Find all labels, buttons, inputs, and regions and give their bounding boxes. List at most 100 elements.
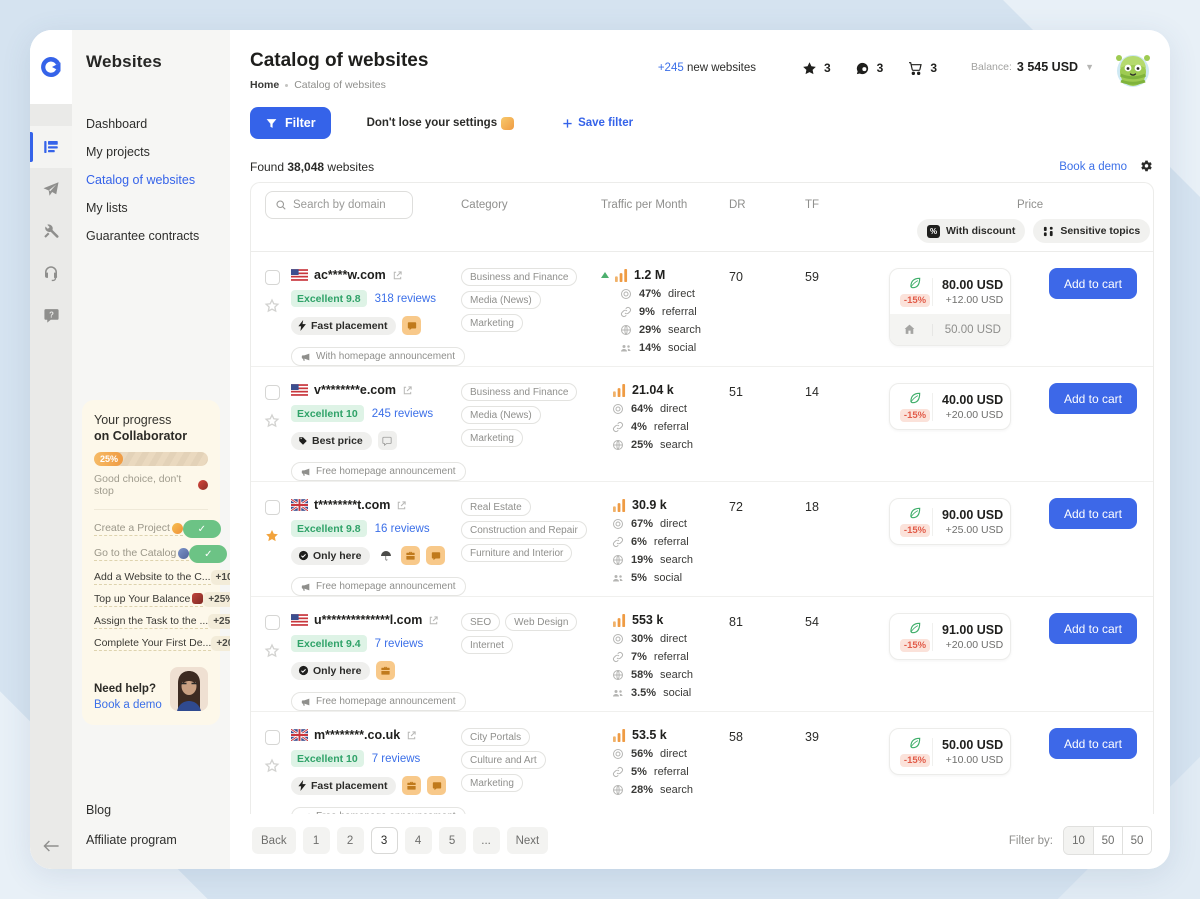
reviews-link[interactable]: 245 reviews: [372, 408, 433, 420]
sidebar-item-my-projects[interactable]: My projects: [72, 138, 230, 166]
search-input[interactable]: [293, 199, 403, 211]
external-link-icon[interactable]: [406, 730, 417, 741]
pagination-page-2[interactable]: 2: [337, 827, 364, 854]
page-size-option[interactable]: 50: [1122, 827, 1151, 854]
price-card: -15% 90.00 USD +25.00 USD: [889, 498, 1011, 545]
messages-counter[interactable]: 3: [855, 61, 884, 76]
user-avatar[interactable]: [1112, 48, 1154, 90]
sidebar-item-catalog-of-websites[interactable]: Catalog of websites: [72, 166, 230, 194]
tf-value: 14: [805, 383, 889, 399]
sidebar-item-guarantee-contracts[interactable]: Guarantee contracts: [72, 222, 230, 250]
row-checkbox[interactable]: [265, 270, 280, 285]
sensitive-topics-toggle[interactable]: Sensitive topics: [1033, 219, 1150, 243]
gear-icon[interactable]: [1139, 159, 1154, 174]
external-link-icon[interactable]: [402, 385, 413, 396]
collaborator-logo[interactable]: [30, 30, 72, 104]
fast-placement-chip: Fast placement: [291, 777, 396, 795]
dr-value: 51: [729, 383, 805, 399]
pagination-page-4[interactable]: 4: [405, 827, 432, 854]
pagination-page-1[interactable]: 1: [303, 827, 330, 854]
domain-link[interactable]: m********.co.uk: [314, 728, 400, 742]
save-filter-button[interactable]: Save filter: [562, 117, 633, 129]
book-a-demo-link[interactable]: Book a demo: [1059, 161, 1127, 173]
sidebar-item-my-lists[interactable]: My lists: [72, 194, 230, 222]
page-size-option[interactable]: 10: [1064, 827, 1093, 854]
sidebar-item-dashboard[interactable]: Dashboard: [72, 110, 230, 138]
dr-value: 70: [729, 268, 805, 284]
external-link-icon[interactable]: [392, 270, 403, 281]
breadcrumb-home[interactable]: Home: [250, 79, 279, 91]
uk-flag-icon: [291, 729, 308, 741]
filter-button[interactable]: Filter: [250, 107, 331, 139]
favorites-counter[interactable]: 3: [802, 61, 831, 76]
external-link-icon[interactable]: [428, 615, 439, 626]
domain-link[interactable]: t********t.com: [314, 498, 390, 512]
pagination-page-3[interactable]: 3: [371, 827, 398, 854]
favorite-star-icon[interactable]: [264, 643, 291, 659]
row-checkbox[interactable]: [265, 730, 280, 745]
traffic-total: 1.2 M: [634, 268, 665, 282]
add-to-cart-button[interactable]: Add to cart: [1049, 268, 1137, 299]
page-size-option[interactable]: 50: [1093, 827, 1122, 854]
pagination-ellipsis[interactable]: ...: [473, 827, 500, 854]
rail-help-bubble-icon[interactable]: ?: [30, 294, 72, 336]
reviews-link[interactable]: 7 reviews: [372, 753, 421, 765]
table-header: Category Traffic per Month DR TF Price %…: [251, 183, 1153, 252]
collapse-sidebar-arrow-icon[interactable]: [43, 839, 60, 853]
dr-value: 81: [729, 613, 805, 629]
pagination-next-button[interactable]: Next: [507, 827, 549, 854]
cart-counter[interactable]: 3: [907, 60, 937, 76]
progress-task: Create a Project ✓: [94, 520, 208, 538]
reviews-link[interactable]: 7 reviews: [375, 638, 424, 650]
favorite-star-icon[interactable]: [264, 413, 291, 429]
traffic-cell: 1.2 M 47%direct 9%referral 29%search 14%…: [601, 268, 729, 354]
pointing-hand-icon: [501, 117, 514, 130]
pagination-page-5[interactable]: 5: [439, 827, 466, 854]
domain-link[interactable]: v********e.com: [314, 383, 396, 397]
rating-badge: Excellent 10: [291, 405, 364, 422]
with-discount-toggle[interactable]: % With discount: [917, 219, 1025, 243]
row-checkbox[interactable]: [265, 500, 280, 515]
briefcase-emoji-icon: [376, 661, 395, 680]
add-to-cart-button[interactable]: Add to cart: [1049, 613, 1137, 644]
page-title: Catalog of websites: [250, 50, 428, 72]
price-card: -15% 40.00 USD +20.00 USD: [889, 383, 1011, 430]
favorite-star-icon[interactable]: [264, 758, 291, 774]
trend-up-icon: [601, 272, 609, 278]
base-price: 50.00 USD: [932, 324, 1001, 336]
add-to-cart-button[interactable]: Add to cart: [1049, 498, 1137, 529]
search-by-domain[interactable]: [265, 191, 413, 219]
reviews-link[interactable]: 16 reviews: [375, 523, 430, 535]
homepage-announcement-chip: Free homepage announcement: [291, 692, 466, 711]
add-to-cart-button[interactable]: Add to cart: [1049, 728, 1137, 759]
balance-dropdown[interactable]: Balance: 3 545 USD ▼: [971, 60, 1094, 74]
pagination-back-button[interactable]: Back: [252, 827, 296, 854]
add-to-cart-button[interactable]: Add to cart: [1049, 383, 1137, 414]
row-checkbox[interactable]: [265, 615, 280, 630]
leaf-icon: [908, 621, 922, 635]
main-content: Catalog of websites Home Catalog of webs…: [230, 30, 1170, 869]
domain-link[interactable]: u**************l.com: [314, 613, 422, 627]
tf-value: 59: [805, 268, 889, 284]
book-demo-link[interactable]: Book a demo: [94, 699, 162, 711]
domain-link[interactable]: ac****w.com: [314, 268, 386, 282]
discount-badge: -15%: [900, 754, 930, 767]
megaphone-icon: [301, 352, 311, 362]
rail-tools-icon[interactable]: [30, 210, 72, 252]
rail-dashboard-icon[interactable]: [30, 126, 72, 168]
traffic-total: 21.04 k: [632, 383, 674, 397]
bar-chart-icon: [613, 499, 626, 512]
chat-emoji-icon: [378, 431, 397, 450]
external-link-icon[interactable]: [396, 500, 407, 511]
favorite-star-icon[interactable]: [264, 298, 291, 314]
bar-chart-icon: [613, 729, 626, 742]
rail-paper-plane-icon[interactable]: [30, 168, 72, 210]
traffic-cell: 21.04 k 64%direct 4%referral 25%search: [601, 383, 729, 451]
column-header-price: Price: [1017, 199, 1043, 211]
sidebar-item-blog[interactable]: Blog: [72, 795, 230, 825]
reviews-link[interactable]: 318 reviews: [375, 293, 436, 305]
rail-headset-icon[interactable]: [30, 252, 72, 294]
favorite-star-icon[interactable]: [264, 528, 291, 544]
sidebar-item-affiliate-program[interactable]: Affiliate program: [72, 825, 230, 855]
row-checkbox[interactable]: [265, 385, 280, 400]
